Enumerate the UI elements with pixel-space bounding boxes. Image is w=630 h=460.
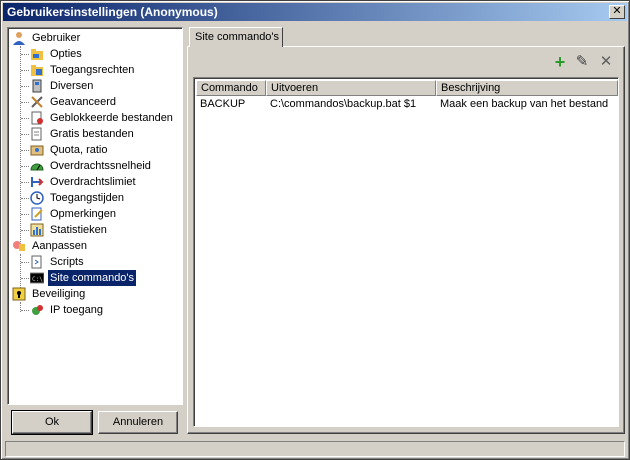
tree-item-label: Gratis bestanden [50, 128, 134, 140]
tree-connector [20, 46, 21, 246]
tree-connector [21, 262, 29, 263]
column-header-uitvoeren[interactable]: Uitvoeren [266, 80, 436, 96]
tree-item-label: Geavanceerd [50, 96, 117, 108]
tree-connector [21, 118, 29, 119]
ip-access-icon [32, 305, 43, 315]
tree-item-label: Opmerkingen [50, 208, 117, 220]
tree-connector [21, 310, 29, 311]
tree-connector [21, 54, 29, 55]
tree-item-label: Diversen [50, 80, 94, 92]
tree-item-label: Geblokkeerde bestanden [50, 112, 173, 124]
tree-connector [21, 230, 29, 231]
delete-icon[interactable]: ✕ [597, 53, 615, 71]
script-icon [31, 255, 42, 269]
tree-item-label: Site commando's [46, 269, 138, 287]
tree-connector [21, 102, 29, 103]
tree-item-label: Opties [50, 48, 82, 60]
notes-icon [31, 207, 43, 221]
close-icon: ✕ [612, 5, 622, 17]
folder-options-icon [31, 49, 43, 60]
tab-site-commandos[interactable]: Site commando's [189, 27, 283, 47]
cell-commando: BACKUP [200, 98, 246, 110]
tree-item-label: Scripts [50, 256, 84, 268]
status-bar [5, 441, 625, 457]
tree-item-label: Statistieken [50, 224, 107, 236]
tree-connector [21, 214, 29, 215]
folder-rights-icon [31, 65, 43, 76]
free-file-icon [31, 127, 42, 141]
svg-text:C:\: C:\ [32, 276, 43, 283]
tree-item-label: IP toegang [50, 304, 104, 316]
title-bar: Gebruikersinstellingen (Anonymous) ✕ [3, 3, 627, 21]
tree-item-label: Quota, ratio [50, 144, 108, 156]
tree-connector [21, 70, 29, 71]
tree-connector [21, 86, 29, 87]
cancel-button[interactable]: Annuleren [98, 411, 178, 434]
tree-group-label: Gebruiker [32, 32, 81, 44]
column-header-beschrijving[interactable]: Beschrijving [436, 80, 618, 96]
limit-icon [31, 177, 44, 187]
user-icon [13, 32, 25, 45]
tree-group-label: Aanpassen [32, 240, 88, 252]
clock-icon [30, 191, 44, 205]
tree-item-label: Toegangstijden [50, 192, 125, 204]
window-title: Gebruikersinstellingen (Anonymous) [7, 5, 218, 19]
column-header-commando[interactable]: Commando [196, 80, 266, 96]
edit-icon[interactable]: ✎ [573, 53, 591, 71]
settings-tree: Gebruiker Opties Toegangsrechten Diverse… [7, 27, 183, 405]
tree-connector [21, 134, 29, 135]
add-icon[interactable]: + [551, 53, 569, 71]
commands-table: Commando Uitvoeren Beschrijving BACKUP C… [193, 77, 619, 427]
tree-item-label: Overdrachtslimiet [50, 176, 136, 188]
cell-beschrijving: Maak een backup van het bestand [440, 98, 609, 110]
customize-icon [13, 241, 25, 251]
close-button[interactable]: ✕ [609, 5, 625, 19]
device-icon [32, 79, 42, 93]
tree-connector [21, 278, 29, 279]
tree-item-label: Toegangsrechten [50, 64, 135, 76]
quota-icon [30, 145, 44, 156]
command-icon: C:\ [30, 272, 44, 284]
tree-item-label: Overdrachtssnelheid [50, 160, 151, 172]
tools-icon [31, 96, 43, 108]
stats-icon [30, 223, 44, 237]
tree-connector [21, 166, 29, 167]
security-icon [12, 287, 26, 301]
tree-group-label: Beveiliging [32, 288, 86, 300]
tree-connector [21, 150, 29, 151]
settings-window: Gebruikersinstellingen (Anonymous) ✕ Geb… [0, 0, 630, 460]
tree-connector [21, 182, 29, 183]
blocked-file-icon [31, 111, 43, 125]
ok-button[interactable]: Ok [11, 410, 93, 435]
speed-gauge-icon [30, 163, 44, 171]
tree-connector [21, 198, 29, 199]
cell-uitvoeren: C:\commandos\backup.bat $1 [270, 98, 417, 110]
